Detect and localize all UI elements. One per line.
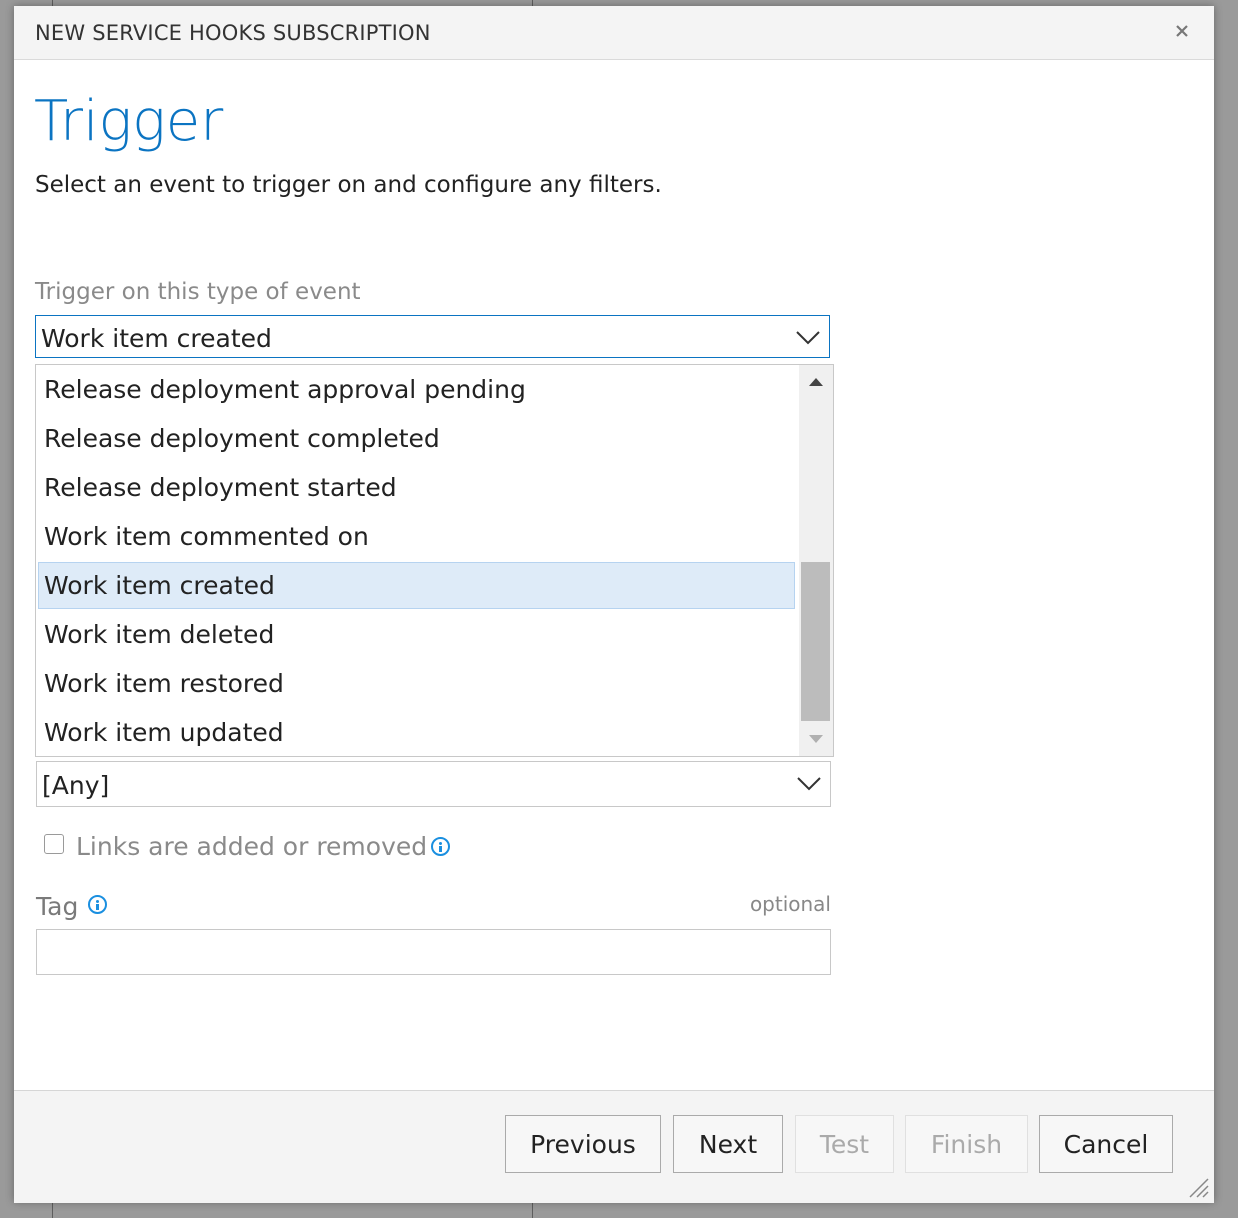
page-title: Trigger bbox=[34, 89, 224, 154]
close-icon[interactable] bbox=[1170, 18, 1194, 44]
list-item[interactable]: Release deployment started bbox=[38, 465, 795, 512]
subscription-dialog: NEW SERVICE HOOKS SUBSCRIPTION Trigger S… bbox=[14, 6, 1214, 1203]
event-type-dropdown-list[interactable]: Release deployment approval pending Rele… bbox=[35, 364, 834, 757]
list-item-selected[interactable]: Work item created bbox=[38, 562, 795, 609]
dialog-title: NEW SERVICE HOOKS SUBSCRIPTION bbox=[35, 21, 431, 45]
info-icon[interactable] bbox=[88, 895, 107, 914]
scrollbar-thumb[interactable] bbox=[801, 562, 830, 721]
filter-select[interactable]: [Any] bbox=[36, 761, 831, 807]
dialog-titlebar: NEW SERVICE HOOKS SUBSCRIPTION bbox=[14, 6, 1214, 60]
cancel-button[interactable]: Cancel bbox=[1039, 1115, 1173, 1173]
list-item[interactable]: Work item restored bbox=[38, 661, 795, 708]
resize-grip-icon[interactable] bbox=[1186, 1175, 1210, 1199]
dropdown-scrollbar[interactable] bbox=[799, 365, 833, 756]
links-checkbox-label[interactable]: Links are added or removed bbox=[76, 832, 427, 861]
scroll-down-icon[interactable] bbox=[799, 722, 833, 756]
finish-button: Finish bbox=[905, 1115, 1028, 1173]
dialog-footer: Previous Next Test Finish Cancel bbox=[14, 1090, 1214, 1203]
filter-selected-value: [Any] bbox=[42, 771, 110, 800]
list-item[interactable]: Release deployment approval pending bbox=[38, 367, 795, 414]
chevron-down-icon bbox=[796, 331, 820, 345]
chevron-down-icon bbox=[797, 777, 821, 791]
list-item[interactable]: Work item deleted bbox=[38, 612, 795, 659]
list-item[interactable]: Work item commented on bbox=[38, 514, 795, 561]
previous-button[interactable]: Previous bbox=[505, 1115, 661, 1173]
optional-hint: optional bbox=[749, 892, 831, 916]
event-type-label: Trigger on this type of event bbox=[35, 279, 361, 305]
links-checkbox[interactable] bbox=[44, 834, 64, 854]
scroll-up-icon[interactable] bbox=[799, 365, 833, 399]
test-button: Test bbox=[795, 1115, 894, 1173]
event-type-select[interactable]: Work item created bbox=[35, 315, 830, 358]
info-icon[interactable] bbox=[431, 837, 450, 856]
tag-label: Tag bbox=[36, 892, 79, 921]
list-item[interactable]: Release deployment completed bbox=[38, 416, 795, 463]
tag-input[interactable] bbox=[36, 929, 831, 975]
event-type-selected-value: Work item created bbox=[41, 324, 272, 353]
next-button[interactable]: Next bbox=[673, 1115, 783, 1173]
list-item[interactable]: Work item updated bbox=[38, 710, 795, 756]
page-subtitle: Select an event to trigger on and config… bbox=[35, 172, 662, 198]
